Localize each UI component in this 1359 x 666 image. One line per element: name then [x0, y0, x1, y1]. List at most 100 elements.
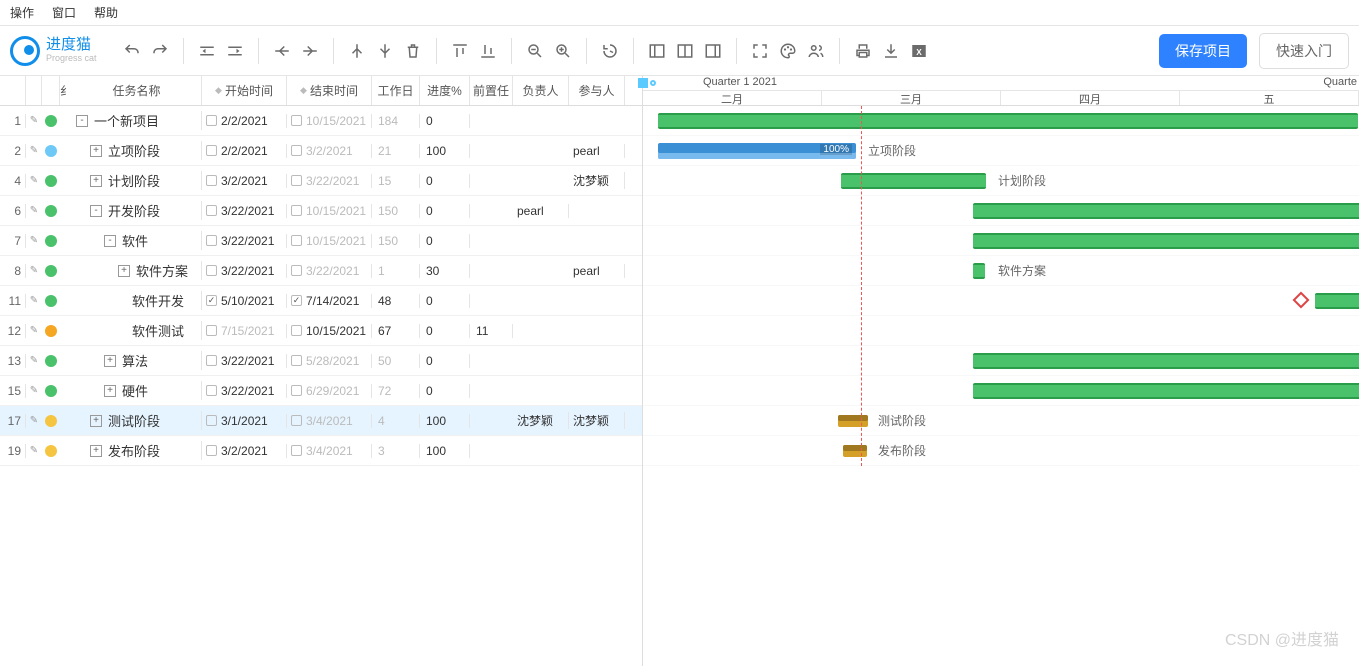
table-row[interactable]: 2✎+立项阶段2/2/20213/2/202121100pearl	[0, 136, 642, 166]
task-name[interactable]: +发布阶段	[72, 441, 202, 460]
zoom-in-icon[interactable]	[550, 38, 576, 64]
zoom-out-icon[interactable]	[522, 38, 548, 64]
outdent-icon[interactable]	[194, 38, 220, 64]
gantt-bar[interactable]	[658, 113, 1358, 129]
start-date[interactable]: 3/22/2021	[202, 264, 287, 278]
gantt-bar[interactable]	[973, 203, 1359, 219]
start-date[interactable]: 2/2/2021	[202, 144, 287, 158]
table-row[interactable]: 13✎+算法3/22/20215/28/2021500	[0, 346, 642, 376]
expander-icon[interactable]: +	[118, 265, 130, 277]
start-date[interactable]: 3/2/2021	[202, 174, 287, 188]
delete-icon[interactable]	[400, 38, 426, 64]
expander-icon[interactable]: -	[90, 205, 102, 217]
col-end[interactable]: ◆结束时间	[287, 76, 372, 105]
fullscreen-icon[interactable]	[747, 38, 773, 64]
gantt-row[interactable]	[643, 316, 1359, 346]
table-row[interactable]: 4✎+计划阶段3/2/20213/22/2021150沈梦颖	[0, 166, 642, 196]
end-date[interactable]: 10/15/2021	[287, 324, 372, 338]
table-row[interactable]: 15✎+硬件3/22/20216/29/2021720	[0, 376, 642, 406]
gantt-row[interactable]	[643, 346, 1359, 376]
task-name[interactable]: -软件	[72, 231, 202, 250]
quickstart-button[interactable]: 快速入门	[1259, 33, 1349, 69]
task-name[interactable]: 软件测试	[72, 321, 202, 340]
excel-icon[interactable]: X	[906, 38, 932, 64]
start-date[interactable]: 5/10/2021	[202, 294, 287, 308]
table-row[interactable]: 8✎+软件方案3/22/20213/22/2021130pearl	[0, 256, 642, 286]
users-icon[interactable]	[803, 38, 829, 64]
gantt-row[interactable]	[643, 196, 1359, 226]
col-indent[interactable]: 纟	[60, 76, 72, 105]
edit-icon[interactable]: ✎	[26, 325, 42, 336]
task-name[interactable]: +算法	[72, 351, 202, 370]
table-row[interactable]: 7✎-软件3/22/202110/15/20211500	[0, 226, 642, 256]
expander-icon[interactable]: +	[104, 385, 116, 397]
redo-icon[interactable]	[147, 38, 173, 64]
end-date[interactable]: 6/29/2021	[287, 384, 372, 398]
col-progress[interactable]: 进度%	[420, 76, 470, 105]
gantt-row[interactable]: 软件方案	[643, 256, 1359, 286]
table-row[interactable]: 19✎+发布阶段3/2/20213/4/20213100	[0, 436, 642, 466]
table-row[interactable]: 1✎-一个新项目2/2/202110/15/20211840	[0, 106, 642, 136]
gantt-bar[interactable]	[841, 173, 986, 189]
start-date[interactable]: 3/22/2021	[202, 204, 287, 218]
up-arrow-icon[interactable]	[344, 38, 370, 64]
edit-icon[interactable]: ✎	[26, 295, 42, 306]
start-date[interactable]: 3/22/2021	[202, 234, 287, 248]
right-arrow-icon[interactable]	[297, 38, 323, 64]
start-date[interactable]: 3/22/2021	[202, 354, 287, 368]
start-date[interactable]: 2/2/2021	[202, 114, 287, 128]
col-days[interactable]: 工作日	[372, 76, 420, 105]
layout1-icon[interactable]	[644, 38, 670, 64]
expander-icon[interactable]: -	[76, 115, 88, 127]
edit-icon[interactable]: ✎	[26, 445, 42, 456]
layout2-icon[interactable]	[672, 38, 698, 64]
menu-help[interactable]: 帮助	[94, 4, 118, 21]
expander-icon[interactable]: +	[90, 445, 102, 457]
gantt-bar[interactable]	[973, 383, 1359, 399]
gantt-row[interactable]	[643, 106, 1359, 136]
end-date[interactable]: 10/15/2021	[287, 204, 372, 218]
col-participant[interactable]: 参与人	[569, 76, 625, 105]
palette-icon[interactable]	[775, 38, 801, 64]
col-owner[interactable]: 负责人	[513, 76, 569, 105]
edit-icon[interactable]: ✎	[26, 265, 42, 276]
gantt-row[interactable]: 发布阶段	[643, 436, 1359, 466]
edit-icon[interactable]: ✎	[26, 205, 42, 216]
gantt-bar[interactable]	[973, 353, 1359, 369]
download-icon[interactable]	[878, 38, 904, 64]
task-name[interactable]: +计划阶段	[72, 171, 202, 190]
task-name[interactable]: 软件开发	[72, 291, 202, 310]
end-date[interactable]: 3/4/2021	[287, 414, 372, 428]
splitter-handle[interactable]	[638, 76, 668, 89]
save-button[interactable]: 保存项目	[1159, 34, 1247, 68]
end-date[interactable]: 3/2/2021	[287, 144, 372, 158]
expander-icon[interactable]: +	[90, 145, 102, 157]
col-name[interactable]: 任务名称	[72, 76, 202, 105]
expander-icon[interactable]: +	[104, 355, 116, 367]
expander-icon[interactable]: +	[90, 415, 102, 427]
align-top-icon[interactable]	[447, 38, 473, 64]
align-bottom-icon[interactable]	[475, 38, 501, 64]
table-row[interactable]: 17✎+测试阶段3/1/20213/4/20214100沈梦颖沈梦颖	[0, 406, 642, 436]
layout3-icon[interactable]	[700, 38, 726, 64]
end-date[interactable]: 3/4/2021	[287, 444, 372, 458]
gantt-bar[interactable]: 100%	[658, 143, 856, 159]
task-name[interactable]: +测试阶段	[72, 411, 202, 430]
edit-icon[interactable]: ✎	[26, 175, 42, 186]
edit-icon[interactable]: ✎	[26, 235, 42, 246]
edit-icon[interactable]: ✎	[26, 115, 42, 126]
down-arrow-icon[interactable]	[372, 38, 398, 64]
gantt-bar[interactable]	[1315, 293, 1359, 309]
expander-icon[interactable]: -	[104, 235, 116, 247]
end-date[interactable]: 3/22/2021	[287, 264, 372, 278]
edit-icon[interactable]: ✎	[26, 385, 42, 396]
task-name[interactable]: +软件方案	[72, 261, 202, 280]
col-start[interactable]: ◆开始时间	[202, 76, 287, 105]
start-date[interactable]: 3/1/2021	[202, 414, 287, 428]
table-row[interactable]: 12✎软件测试7/15/202110/15/202167011	[0, 316, 642, 346]
table-row[interactable]: 6✎-开发阶段3/22/202110/15/20211500pearl	[0, 196, 642, 226]
gantt-row[interactable]	[643, 286, 1359, 316]
gantt-row[interactable]	[643, 226, 1359, 256]
undo-icon[interactable]	[119, 38, 145, 64]
left-arrow-icon[interactable]	[269, 38, 295, 64]
